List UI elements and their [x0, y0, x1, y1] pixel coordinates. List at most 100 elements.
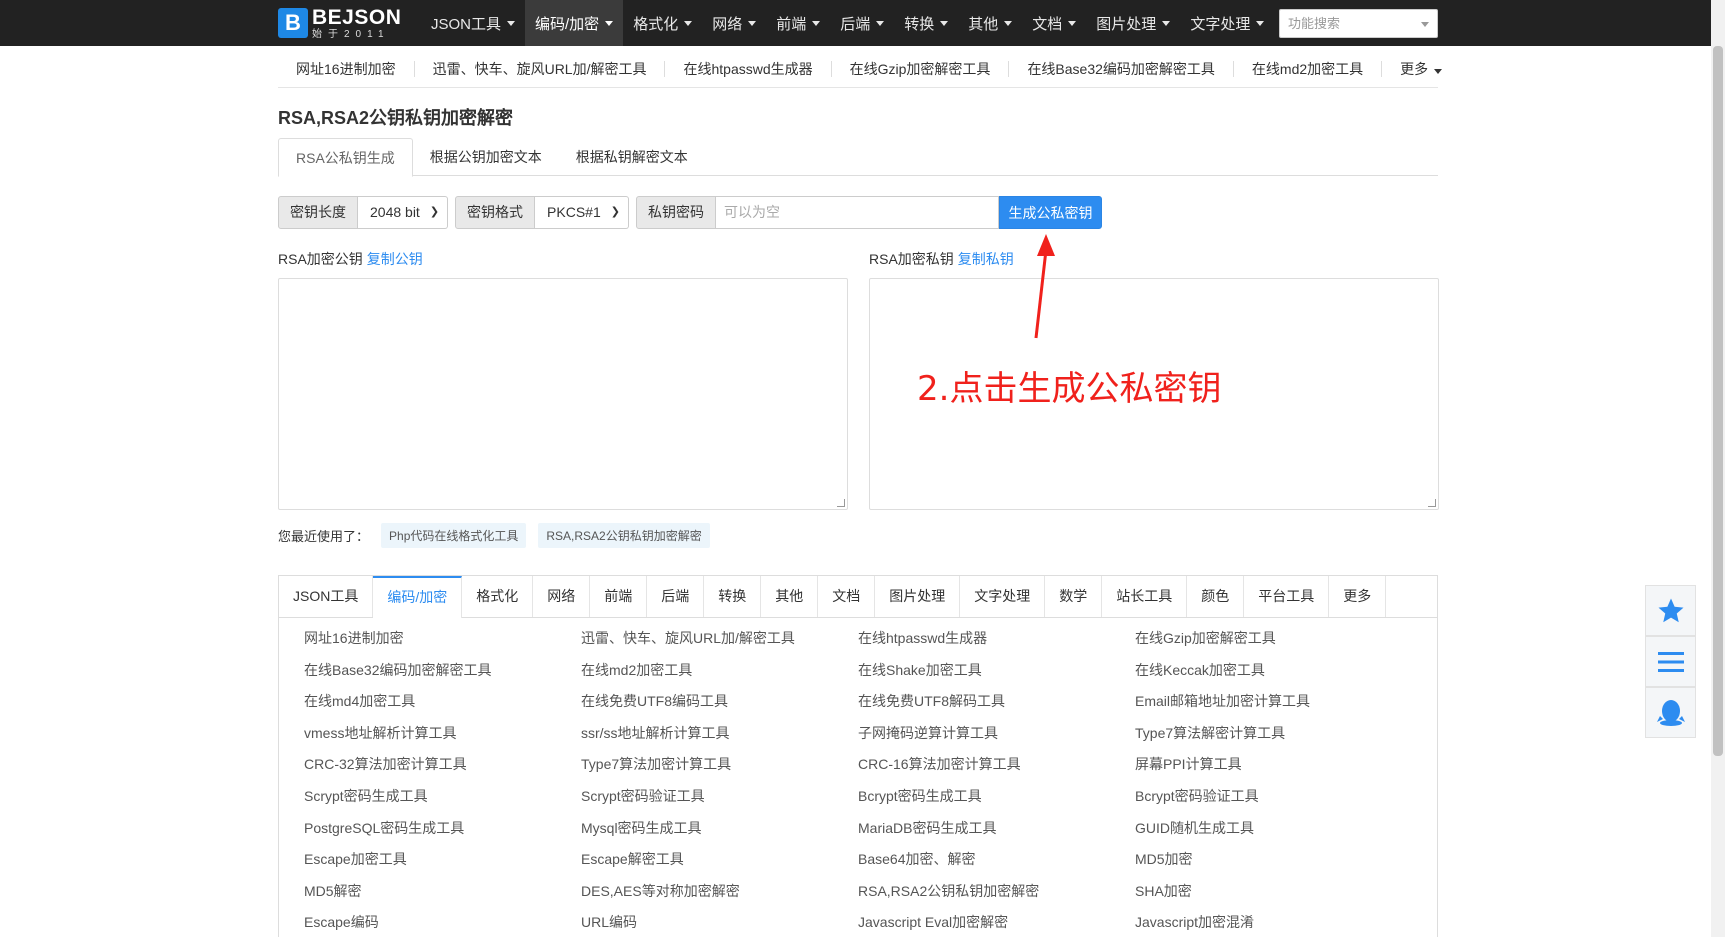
- category-link[interactable]: 迅雷、快车、旋风URL加/解密工具: [581, 628, 858, 660]
- category-link[interactable]: Escape解密工具: [581, 849, 858, 881]
- recent-item[interactable]: Php代码在线格式化工具: [381, 523, 527, 548]
- category-tab[interactable]: 其他: [761, 576, 819, 617]
- category-link[interactable]: 在线md2加密工具: [581, 660, 858, 692]
- function-search-input[interactable]: [1280, 10, 1437, 37]
- tool-tab[interactable]: 根据公钥加密文本: [413, 138, 559, 176]
- category-link[interactable]: vmess地址解析计算工具: [304, 723, 581, 755]
- category-link[interactable]: 在线Gzip加密解密工具: [1135, 628, 1412, 660]
- category-link[interactable]: Javascript加密混淆: [1135, 912, 1412, 937]
- category-tab[interactable]: 颜色: [1187, 576, 1245, 617]
- category-link[interactable]: Base64加密、解密: [858, 849, 1135, 881]
- category-link[interactable]: Escape编码: [304, 912, 581, 937]
- tool-tab[interactable]: 根据私钥解密文本: [559, 138, 705, 176]
- recent-item[interactable]: RSA,RSA2公钥私钥加密解密: [538, 523, 710, 548]
- category-link[interactable]: MD5加密: [1135, 849, 1412, 881]
- category-link[interactable]: Type7算法加密计算工具: [581, 754, 858, 786]
- category-tab[interactable]: 文字处理: [960, 576, 1046, 617]
- category-link[interactable]: Bcrypt密码验证工具: [1135, 786, 1412, 818]
- nav-item[interactable]: 编码/加密: [525, 0, 624, 46]
- private-key-label: RSA加密私钥: [869, 251, 954, 267]
- category-link[interactable]: Javascript Eval加密解密: [858, 912, 1135, 937]
- category-link[interactable]: 子网掩码逆算计算工具: [858, 723, 1135, 755]
- category-link[interactable]: CRC-16算法加密计算工具: [858, 754, 1135, 786]
- public-key-textarea[interactable]: [278, 278, 848, 510]
- resize-grip-icon[interactable]: [1428, 499, 1436, 507]
- category-link[interactable]: Scrypt密码验证工具: [581, 786, 858, 818]
- resize-grip-icon[interactable]: [837, 499, 845, 507]
- category-tab[interactable]: 平台工具: [1244, 576, 1330, 617]
- category-link[interactable]: 在线md4加密工具: [304, 691, 581, 723]
- category-link[interactable]: Escape加密工具: [304, 849, 581, 881]
- category-link[interactable]: 在线htpasswd生成器: [858, 628, 1135, 660]
- category-tab[interactable]: 站长工具: [1102, 576, 1188, 617]
- category-tab[interactable]: JSON工具: [279, 576, 374, 617]
- category-link[interactable]: Type7算法解密计算工具: [1135, 723, 1412, 755]
- category-link[interactable]: Mysql密码生成工具: [581, 818, 858, 850]
- chevron-down-icon[interactable]: [1421, 22, 1429, 27]
- qq-button[interactable]: [1645, 687, 1696, 738]
- category-link[interactable]: MariaDB密码生成工具: [858, 818, 1135, 850]
- nav-item[interactable]: 文档: [1022, 0, 1086, 46]
- category-link[interactable]: Bcrypt密码生成工具: [858, 786, 1135, 818]
- logo[interactable]: B BEJSON 始于2011: [278, 6, 401, 40]
- nav-item[interactable]: 转换: [894, 0, 958, 46]
- category-link[interactable]: 在线免费UTF8编码工具: [581, 691, 858, 723]
- category-link[interactable]: CRC-32算法加密计算工具: [304, 754, 581, 786]
- category-link[interactable]: DES,AES等对称加密解密: [581, 881, 858, 913]
- tool-tab[interactable]: RSA公私钥生成: [278, 138, 413, 177]
- quick-link[interactable]: 网址16进制加密: [278, 60, 415, 77]
- copy-public-key-link[interactable]: 复制公钥: [367, 251, 423, 267]
- menu-button[interactable]: [1645, 636, 1696, 687]
- category-tab[interactable]: 格式化: [462, 576, 534, 617]
- category-tab[interactable]: 数学: [1045, 576, 1103, 617]
- private-password-input[interactable]: [715, 196, 999, 229]
- nav-item[interactable]: 格式化: [623, 0, 702, 46]
- favorite-button[interactable]: [1645, 585, 1696, 636]
- category-tab[interactable]: 后端: [647, 576, 705, 617]
- quick-link[interactable]: 在线Gzip加密解密工具: [832, 60, 1010, 77]
- function-search[interactable]: [1279, 9, 1438, 38]
- quick-link[interactable]: 迅雷、快车、旋风URL加/解密工具: [415, 60, 666, 77]
- category-link[interactable]: SHA加密: [1135, 881, 1412, 913]
- category-tab[interactable]: 转换: [704, 576, 762, 617]
- quick-links-more[interactable]: 更多: [1382, 61, 1460, 77]
- copy-private-key-link[interactable]: 复制私钥: [958, 251, 1014, 267]
- quick-link[interactable]: 在线Base32编码加密解密工具: [1009, 60, 1234, 77]
- scrollbar-thumb[interactable]: [1713, 46, 1723, 756]
- nav-item[interactable]: 文字处理: [1180, 0, 1274, 46]
- category-link[interactable]: Scrypt密码生成工具: [304, 786, 581, 818]
- key-length-select[interactable]: 2048 bit ❯: [358, 196, 449, 229]
- tool-tabs: RSA公私钥生成 根据公钥加密文本 根据私钥解密文本: [278, 138, 1438, 177]
- quick-link[interactable]: 在线htpasswd生成器: [665, 60, 832, 77]
- category-tab[interactable]: 文档: [818, 576, 876, 617]
- category-tab[interactable]: 图片处理: [875, 576, 961, 617]
- generate-keys-button[interactable]: 生成公私密钥: [998, 196, 1102, 229]
- category-link[interactable]: 在线Base32编码加密解密工具: [304, 660, 581, 692]
- nav-item[interactable]: 后端: [830, 0, 894, 46]
- category-link[interactable]: 屏幕PPI计算工具: [1135, 754, 1412, 786]
- nav-item[interactable]: JSON工具: [421, 0, 525, 46]
- page-scrollbar[interactable]: [1711, 0, 1725, 937]
- category-link[interactable]: 在线Keccak加密工具: [1135, 660, 1412, 692]
- key-format-select[interactable]: PKCS#1 ❯: [535, 196, 629, 229]
- quick-link[interactable]: 在线md2加密工具: [1234, 60, 1383, 77]
- nav-item[interactable]: 前端: [766, 0, 830, 46]
- category-tab[interactable]: 网络: [533, 576, 591, 617]
- category-link[interactable]: ssr/ss地址解析计算工具: [581, 723, 858, 755]
- category-link[interactable]: 在线Shake加密工具: [858, 660, 1135, 692]
- nav-item[interactable]: 网络: [702, 0, 766, 46]
- category-tab[interactable]: 前端: [590, 576, 648, 617]
- category-tab[interactable]: 更多: [1329, 576, 1387, 617]
- category-link[interactable]: RSA,RSA2公钥私钥加密解密: [858, 881, 1135, 913]
- category-link[interactable]: GUID随机生成工具: [1135, 818, 1412, 850]
- category-tab[interactable]: 编码/加密: [373, 576, 463, 618]
- category-link[interactable]: URL编码: [581, 912, 858, 937]
- category-link[interactable]: MD5解密: [304, 881, 581, 913]
- category-link[interactable]: 网址16进制加密: [304, 628, 581, 660]
- logo-sub: 始于2011: [312, 28, 390, 40]
- category-link[interactable]: 在线免费UTF8解码工具: [858, 691, 1135, 723]
- nav-item[interactable]: 图片处理: [1086, 0, 1180, 46]
- category-link[interactable]: PostgreSQL密码生成工具: [304, 818, 581, 850]
- category-link[interactable]: Email邮箱地址加密计算工具: [1135, 691, 1412, 723]
- nav-item[interactable]: 其他: [958, 0, 1022, 46]
